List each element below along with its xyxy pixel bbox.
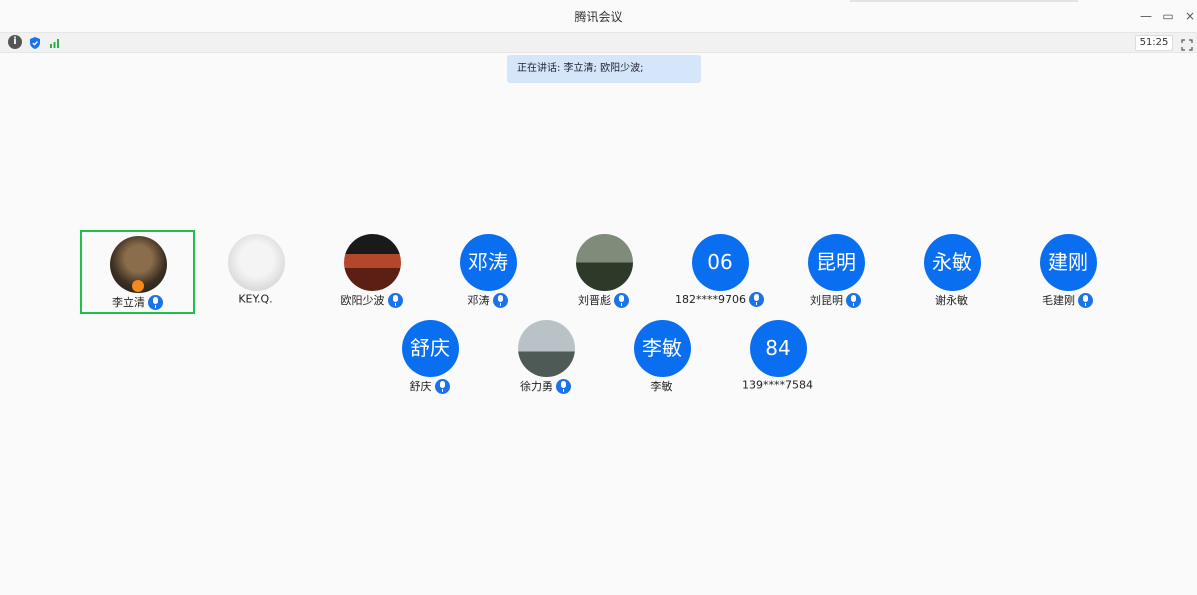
participant-name-row: 李敏 (604, 378, 719, 394)
participant-name-row: 刘昆明 (778, 292, 893, 308)
participant-name-row: 李立清 (82, 294, 193, 310)
microphone-icon (749, 292, 764, 307)
participant-name: 徐力勇 (520, 380, 553, 393)
participant-name: 182****9706 (675, 293, 746, 306)
participant-tile[interactable]: KEY.Q. (198, 230, 313, 314)
restore-button[interactable]: ▭ (1158, 6, 1178, 26)
speaking-indicator: 正在讲话: 李立清; 欧阳少波; (507, 55, 701, 83)
shield-icon[interactable] (28, 35, 42, 49)
participant-avatar-initials: 舒庆 (401, 320, 459, 377)
participant-avatar-photo (227, 234, 285, 291)
participant-avatar-initials: 昆明 (807, 234, 865, 291)
window-title: 腾讯会议 (574, 10, 623, 24)
participant-name: 舒庆 (409, 380, 432, 393)
participant-name: 139****7584 (742, 378, 813, 392)
participant-avatar-photo (517, 320, 575, 377)
participant-name-row: KEY.Q. (198, 292, 313, 308)
meeting-toolbar: i 51:25 (0, 32, 1197, 53)
participant-tile[interactable]: 永敏 谢永敏 (894, 230, 1009, 314)
participant-tile[interactable]: 徐力勇 (488, 316, 603, 400)
popup-shadow (850, 0, 1078, 2)
participant-avatar-initials: 李敏 (633, 320, 691, 377)
participant-avatar-initials: 06 (691, 234, 749, 291)
participant-name-row: 刘晋彪 (546, 292, 661, 308)
microphone-icon (492, 292, 508, 308)
participant-avatar-initials: 建刚 (1039, 234, 1097, 291)
participant-tile[interactable]: 刘晋彪 (546, 230, 661, 314)
participant-name: 李敏 (650, 380, 673, 393)
participant-name-row: 毛建刚 (1010, 292, 1125, 308)
participant-name-row: 谢永敏 (894, 292, 1009, 308)
microphone-icon (1078, 292, 1093, 308)
participant-name: 欧阳少波 (340, 294, 385, 307)
microphone-icon (614, 292, 629, 308)
microphone-icon (387, 292, 403, 308)
signal-icon[interactable] (48, 35, 62, 49)
info-icon[interactable]: i (8, 35, 22, 49)
participant-name: 邓涛 (467, 294, 490, 307)
fullscreen-icon[interactable] (1181, 36, 1193, 51)
participant-tile[interactable]: 昆明 刘昆明 (778, 230, 893, 314)
title-bar: 腾讯会议 — ▭ × (0, 0, 1197, 32)
participant-avatar-initials: 84 (749, 320, 807, 377)
participant-name-row: 徐力勇 (488, 378, 603, 394)
participant-name-row: 欧阳少波 (314, 292, 429, 308)
participant-avatar-initials: 邓涛 (459, 234, 517, 291)
participant-name-row: 舒庆 (372, 378, 487, 394)
participant-name: 毛建刚 (1042, 294, 1075, 307)
participant-tile[interactable]: 欧阳少波 (314, 230, 429, 314)
participant-name: KEY.Q. (238, 292, 273, 306)
participant-tile[interactable]: 邓涛 邓涛 (430, 230, 545, 314)
participant-name-row: 邓涛 (430, 292, 545, 308)
participant-name: 刘昆明 (810, 294, 843, 307)
participant-name: 谢永敏 (935, 294, 968, 307)
microphone-icon (556, 378, 571, 394)
meeting-timer: 51:25 (1135, 35, 1173, 51)
microphone-icon (846, 292, 861, 308)
minimize-button[interactable]: — (1136, 6, 1156, 26)
participant-tile[interactable]: 06 182****9706 (662, 230, 777, 314)
participant-name: 刘晋彪 (578, 294, 611, 307)
participant-tile[interactable]: 舒庆 舒庆 (372, 316, 487, 400)
participant-name-row: 139****7584 (720, 378, 835, 394)
participant-tile[interactable]: 李敏 李敏 (604, 316, 719, 400)
participant-avatar-photo (343, 234, 401, 291)
participant-tile[interactable]: 李立清 (80, 230, 195, 314)
host-badge-icon (131, 280, 144, 292)
microphone-icon (148, 294, 163, 310)
participant-name-row: 182****9706 (662, 292, 777, 308)
close-button[interactable]: × (1180, 6, 1197, 26)
participant-avatar-initials: 永敏 (923, 234, 981, 291)
participant-avatar-photo (575, 234, 633, 291)
participant-name: 李立清 (112, 296, 145, 309)
microphone-icon (434, 378, 450, 394)
participant-tile[interactable]: 建刚 毛建刚 (1010, 230, 1125, 314)
participant-tile[interactable]: 84 139****7584 (720, 316, 835, 400)
